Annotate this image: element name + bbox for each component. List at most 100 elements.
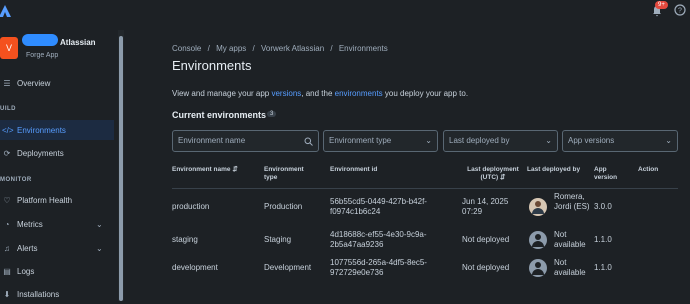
table-row-type: Staging [264,235,292,244]
table-row-deployed-by: Romera, Jordi (ES) [554,192,590,211]
breadcrumb: Console / My apps / Vorwerk Atlassian / … [172,44,388,53]
help-icon[interactable]: ? [674,4,686,18]
atlassian-logo-icon[interactable] [0,4,12,18]
select-label: Environment type [329,136,392,145]
table-row-id: 1077556d-265a-4df5-8ec5-972729e0e736 [330,258,427,277]
th-last-deployed-by: Last deployed by [527,166,581,173]
chevron-down-icon: ⌄ [545,136,552,145]
desc-text: , and the [301,89,335,98]
breadcrumb-separator: / [252,44,255,53]
table-row-deployed-by: Not available [554,230,586,249]
sidebar-item-label: Deployments [17,148,64,158]
last-deployed-by-select[interactable]: Last deployed by ⌄ [443,130,558,152]
environment-name-search[interactable]: Environment name [172,130,319,152]
page-title: Environments [172,58,252,73]
sidebar-item-label: Logs [17,266,35,276]
sidebar-item-platform-health[interactable]: ♡ Platform Health [0,190,114,210]
sort-icon: ⇵ [500,174,506,181]
table-row-name: staging [172,235,198,244]
app-name-redacted [22,34,58,46]
chevron-down-icon: ⌄ [665,136,672,145]
table-row-id: 56b55cd5-0449-427b-b42f-f0974c1b6c24 [330,197,427,216]
th-last-deployment[interactable]: Last deployment (UTC) ⇵ [463,166,523,182]
table-row-version: 3.0.0 [594,202,612,211]
sidebar-item-label: Installations [17,289,60,299]
environment-type-select[interactable]: Environment type ⌄ [323,130,438,152]
th-label: Last deployment (UTC) [467,166,519,181]
sidebar-item-environments[interactable]: </> Environments [0,120,114,140]
breadcrumb-separator: / [207,44,210,53]
section-build: UILD [0,106,16,112]
sidebar-item-label: Metrics [17,219,43,229]
notification-badge: 9+ [655,1,668,9]
code-icon: </> [2,125,14,135]
breadcrumb-current: Environments [338,44,388,53]
sidebar-scrollbar-thumb[interactable] [119,36,123,301]
table-row-last-deploy: Not deployed [462,263,510,272]
sidebar-item-label: Platform Health [17,195,73,205]
health-icon: ♡ [3,195,11,205]
th-app-version: App version [594,166,618,181]
top-bar [0,0,690,26]
sidebar-item-label: Alerts [17,243,38,253]
chevron-down-icon: ⌄ [96,219,103,229]
breadcrumb-my-apps[interactable]: My apps [216,44,246,53]
table-row-last-deploy: Not deployed [462,235,510,244]
sidebar [0,26,124,301]
installations-icon: ⬇ [3,289,11,299]
breadcrumb-app[interactable]: Vorwerk Atlassian [261,44,324,53]
desc-text: View and manage your app [172,89,272,98]
search-placeholder: Environment name [178,136,246,145]
table-row-last-deploy: Jun 14, 2025 07:29 [462,197,509,216]
table-row-deployed-by: Not available [554,258,586,277]
page-description: View and manage your app versions, and t… [172,89,468,98]
section-monitor: MONITOR [0,177,32,183]
th-environment-id: Environment id [330,166,378,173]
sidebar-item-overview[interactable]: ☰ Overview [0,73,114,93]
metrics-icon: ◔ [4,219,10,229]
search-icon [304,131,313,154]
environments-link[interactable]: environments [335,89,383,98]
sidebar-item-installations[interactable]: ⬇ Installations [0,284,114,304]
chevron-down-icon: ⌄ [425,136,432,145]
breadcrumb-console[interactable]: Console [172,44,201,53]
th-environment-type: Environment type [264,166,304,181]
default-avatar-icon [529,259,547,277]
desc-text: you deploy your app to. [382,89,469,98]
select-label: App versions [568,136,615,145]
sidebar-item-label: Environments [17,125,66,135]
sidebar-item-label: Overview [17,78,51,88]
select-label: Last deployed by [449,136,510,145]
table-row-id: 4d18688c-ef55-4e30-9c9a-2b5a47aa9236 [330,230,427,249]
versions-link[interactable]: versions [271,89,301,98]
table-row-type: Production [264,202,303,211]
environment-count-badge: 3 [267,111,277,117]
sidebar-item-metrics[interactable]: ◔ Metrics ⌄ [0,214,114,234]
table-row-version: 1.1.0 [594,235,612,244]
chevron-down-icon: ⌄ [96,243,103,253]
svg-text:?: ? [678,8,682,15]
alert-bell-icon: ♫ [4,243,10,253]
th-label: Environment name [172,166,231,173]
app-name: Atlassian [60,38,96,47]
sort-icon: ⇵ [232,166,238,173]
app-versions-select[interactable]: App versions ⌄ [562,130,678,152]
sidebar-item-alerts[interactable]: ♫ Alerts ⌄ [0,238,114,258]
table-row-name: production [172,202,210,211]
app-avatar: V [0,37,18,59]
default-avatar-icon [529,231,547,249]
th-action: Action [638,166,659,173]
table-header-divider [172,188,678,189]
app-subtitle: Forge App [26,52,59,59]
table-row-type: Development [264,263,312,272]
deploy-icon: ⟳ [3,148,11,158]
current-environments-heading: Current environments [172,110,267,120]
deployer-avatar [529,198,547,216]
breadcrumb-separator: / [330,44,333,53]
sidebar-item-deployments[interactable]: ⟳ Deployments [0,143,114,163]
sidebar-item-logs[interactable]: ▤ Logs [0,261,114,281]
logs-icon: ▤ [3,266,11,276]
table-row-version: 1.1.0 [594,263,612,272]
table-row-name: development [172,263,218,272]
th-environment-name[interactable]: Environment name ⇵ [172,166,238,174]
